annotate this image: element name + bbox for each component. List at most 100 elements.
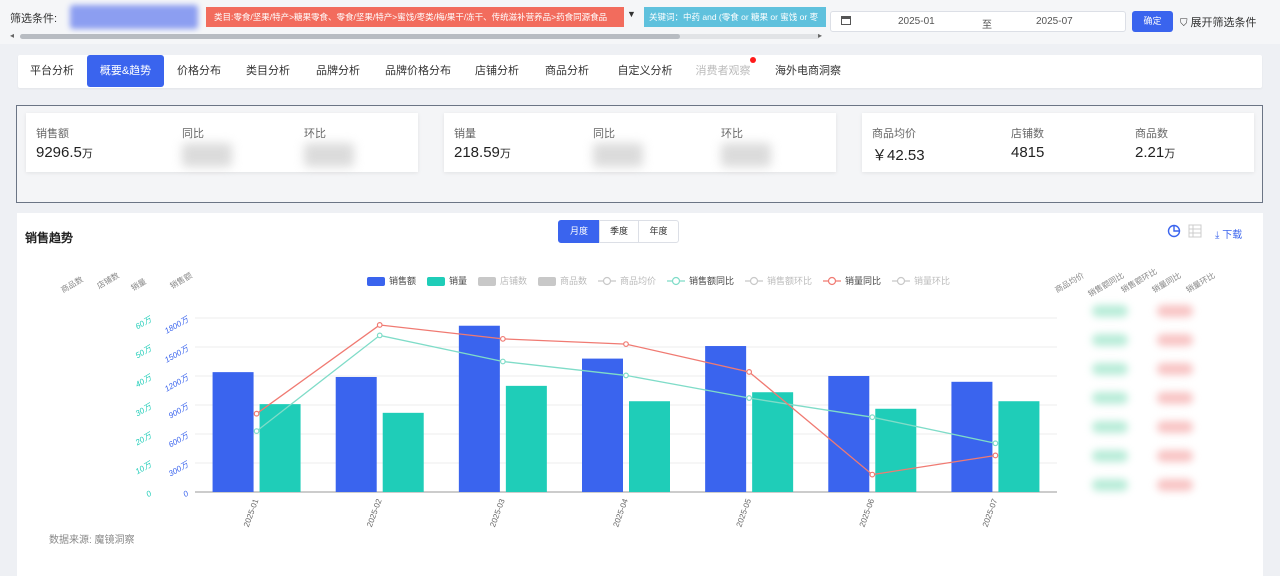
volume-bar (752, 392, 794, 492)
blurred-ratio-value (1157, 479, 1193, 491)
volume-bar (629, 401, 670, 492)
tab-product[interactable]: 商品分析 (536, 55, 598, 87)
blurred-ratio-value (1092, 450, 1128, 462)
left-axis-title: 销量 (129, 276, 148, 293)
volume-yoy-point (253, 410, 260, 417)
volume-yoy-point (992, 452, 999, 459)
category-filter-tag[interactable]: 类目:零食/坚果/特产>糖果零食、零食/坚果/特产>蜜饯/枣类/梅/果干/冻干、… (206, 7, 624, 27)
tab-overview-trend[interactable]: 概要&趋势 (87, 55, 164, 87)
volume-axis-tick: 50万 (134, 343, 155, 360)
volume-axis-tick: 40万 (134, 372, 155, 389)
confirm-button[interactable]: 确定 (1132, 11, 1173, 32)
sales-axis-tick: 900万 (167, 401, 192, 420)
sales-bar (335, 376, 377, 492)
date-start[interactable]: 2025-01 (898, 16, 935, 27)
scroll-right-arrow-icon[interactable]: ▸ (818, 31, 822, 40)
volume-kpi-card: 销量 218.59万 同比 环比 (444, 113, 836, 172)
blurred-ratio-value (1157, 421, 1193, 433)
date-range-picker[interactable]: 2025-01 至 2025-07 (830, 11, 1126, 32)
right-axis-title: 商品均价 (1053, 270, 1086, 295)
sales-mom-value-blurred (304, 143, 354, 167)
x-axis-tick: 2025-01 (242, 497, 261, 528)
tab-price-distribution[interactable]: 价格分布 (168, 55, 230, 87)
legend-label: 店铺数 (500, 275, 527, 286)
legend-swatch-marker (602, 276, 612, 286)
legend-swatch-marker (827, 276, 837, 286)
tab-consumer: 消费者观察 (695, 65, 751, 77)
blurred-ratio-value (1092, 421, 1128, 433)
legend-swatch (538, 277, 556, 286)
right-axis-title: 销售额同比 (1086, 270, 1126, 299)
legend-swatch-marker (896, 276, 906, 286)
volume-yoy-point (499, 335, 506, 342)
blurred-ratio-value (1092, 479, 1128, 491)
notification-dot (750, 57, 756, 63)
sales-label: 销售额 (36, 128, 69, 140)
sales-trend-chart: 0 0 300万 10万 600万 20万 900万 30万 1200万 40万 1500万 50万 1… (59, 266, 1217, 528)
volume-bar (875, 408, 917, 492)
legend-label: 销售额环比 (767, 275, 812, 286)
volume-mom-label: 环比 (721, 128, 743, 140)
blurred-ratio-value (1092, 363, 1128, 375)
tab-overseas[interactable]: 海外电商洞察 (770, 55, 846, 87)
blurred-filter-chip[interactable] (70, 5, 198, 29)
product-kpi-card: 商品均价 ￥42.53 店铺数 4815 商品数 2.21万 (862, 113, 1254, 172)
data-source-note: 数据来源: 魔镜洞察 (49, 535, 135, 546)
tab-platform[interactable]: 平台分析 (22, 55, 82, 87)
tab-category[interactable]: 类目分析 (237, 55, 299, 87)
keyword-filter-tag[interactable]: 关键词：中药 and (零食 or 糖果 or 蜜饯 or 枣 (644, 7, 826, 27)
sales-yoy-label: 同比 (182, 128, 204, 140)
volume-yoy-point (376, 322, 383, 328)
date-separator: 至 (982, 20, 992, 31)
analysis-tab-bar: 平台分析 概要&趋势 价格分布 类目分析 品牌分析 品牌价格分布 店铺分析 商品… (18, 55, 1262, 88)
tab-brand[interactable]: 品牌分析 (307, 55, 369, 87)
left-axis-title: 销售额 (168, 270, 194, 291)
sales-yoy-point (992, 440, 999, 447)
volume-axis-tick: 30万 (134, 401, 155, 418)
sales-axis-tick: 600万 (167, 430, 192, 449)
legend-label: 销售额 (389, 275, 416, 286)
volume-yoy-point (869, 471, 876, 478)
left-axis-title: 店铺数 (95, 270, 121, 291)
blurred-ratio-value (1092, 392, 1128, 404)
sales-trend-panel: 销售趋势 月度 季度 年度 ⤓ 下载 0 0 300万 10万 600万 20万 900万 3… (17, 213, 1263, 576)
legend-label: 销量同比 (845, 275, 881, 286)
volume-yoy-label: 同比 (593, 128, 615, 140)
sales-yoy-point (623, 372, 629, 379)
caret-down-icon[interactable]: ▼ (627, 9, 636, 19)
sales-axis-tick: 1800万 (163, 314, 192, 336)
sales-axis-tick: 0 (182, 489, 191, 499)
volume-axis-tick: 60万 (134, 314, 155, 331)
right-axis-title: 销量环比 (1184, 270, 1217, 295)
legend-label: 商品均价 (620, 275, 656, 286)
sales-yoy-value-blurred (182, 143, 232, 167)
horizontal-scrollbar[interactable]: ◂ ▸ (8, 31, 826, 42)
tab-shop[interactable]: 店铺分析 (466, 55, 528, 87)
tab-custom[interactable]: 自定义分析 (610, 55, 680, 87)
scroll-left-arrow-icon[interactable]: ◂ (10, 31, 14, 40)
scrollbar-thumb[interactable] (20, 34, 680, 39)
volume-value: 218.59万 (454, 144, 511, 161)
sales-yoy-point (499, 358, 506, 365)
legend-swatch-marker (749, 276, 759, 286)
legend-swatch-marker (671, 276, 681, 286)
date-end[interactable]: 2025-07 (1036, 16, 1073, 27)
sales-value: 9296.5万 (36, 144, 93, 161)
tab-brand-price[interactable]: 品牌价格分布 (380, 55, 456, 87)
blurred-ratio-value (1157, 392, 1193, 404)
sales-axis-tick: 1200万 (163, 372, 192, 394)
sales-bar (582, 358, 623, 492)
expand-filters-button[interactable]: ⛉ 展开筛选条件 (1180, 14, 1257, 30)
sales-bar (951, 381, 993, 492)
volume-label: 销量 (454, 128, 476, 140)
sales-yoy-point (253, 428, 260, 435)
legend-swatch (367, 277, 385, 286)
x-axis-tick: 2025-07 (981, 497, 1000, 528)
volume-yoy-value-blurred (593, 143, 643, 167)
blurred-ratio-value (1092, 334, 1128, 346)
volume-axis-tick: 20万 (133, 430, 155, 448)
sales-yoy-point (376, 332, 383, 339)
shops-value: 4815 (1011, 144, 1045, 161)
volume-bar (505, 385, 547, 492)
volume-bar (382, 412, 424, 492)
